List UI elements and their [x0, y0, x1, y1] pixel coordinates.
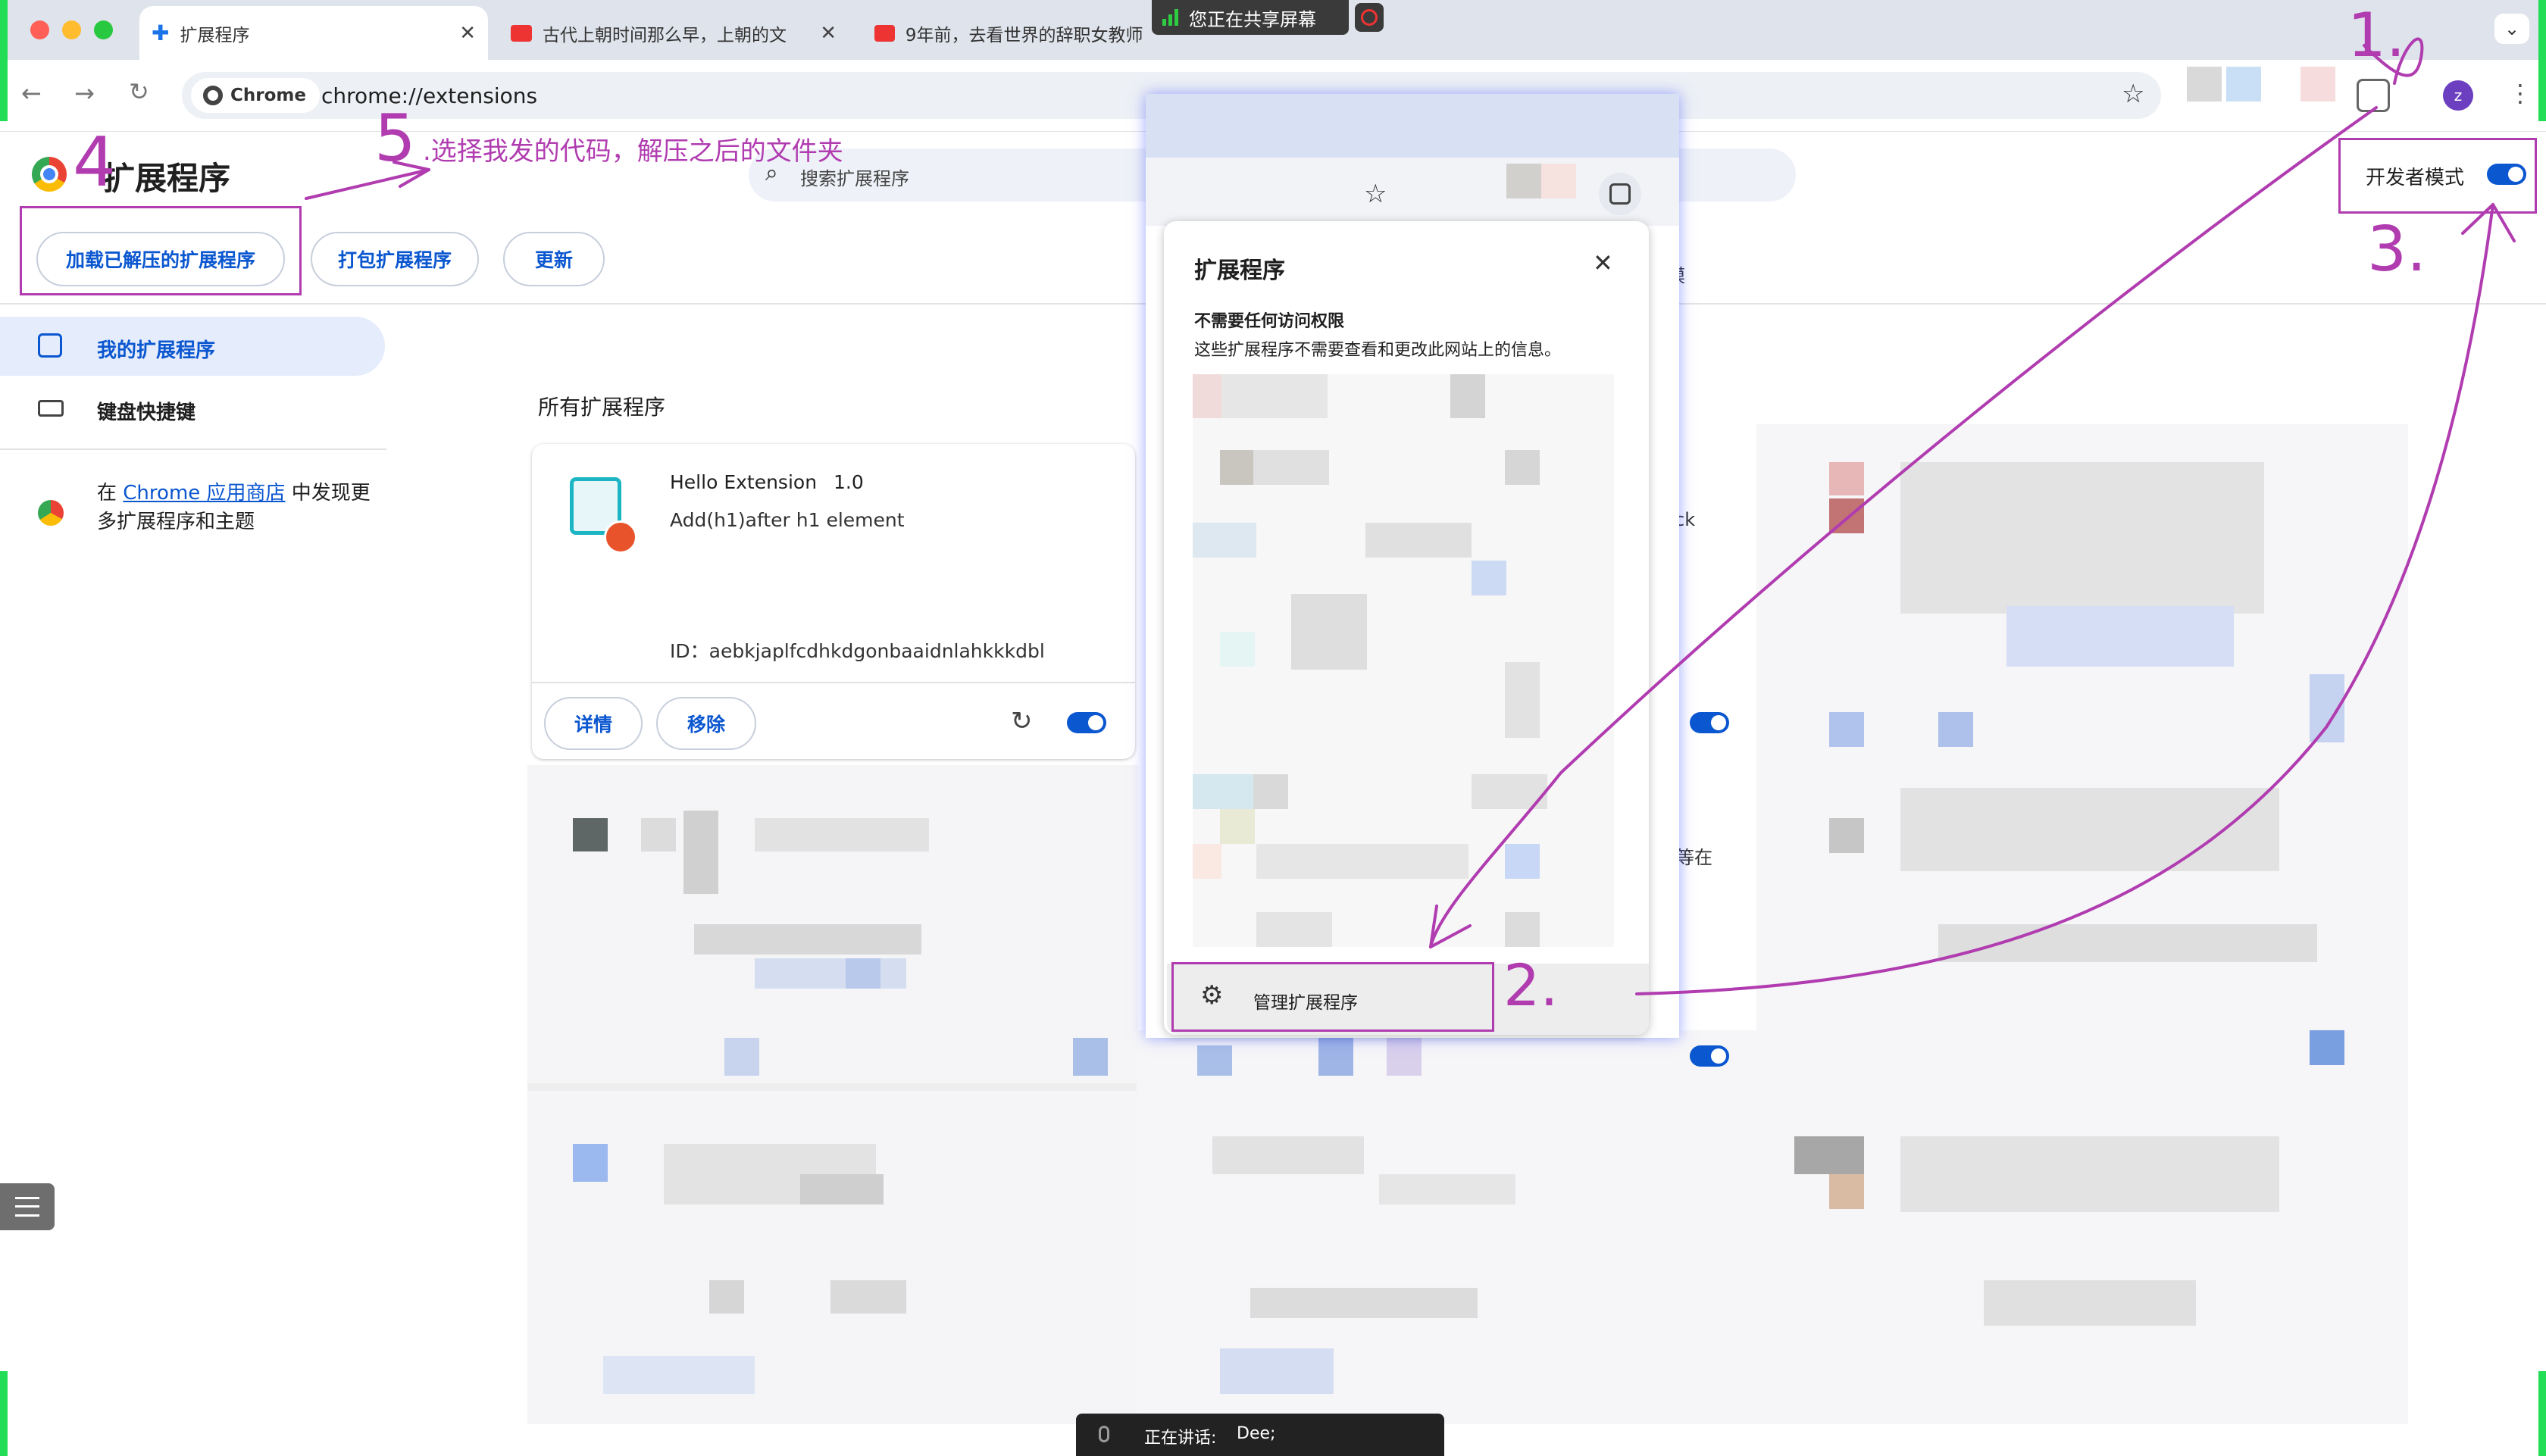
annotation-circle-puzzle	[2363, 37, 2424, 85]
arrow-to-devmode	[1635, 203, 2494, 995]
arrow-head-manage	[1429, 905, 1472, 948]
annotation-arrows	[305, 37, 2516, 995]
arrow-to-load	[305, 168, 430, 200]
